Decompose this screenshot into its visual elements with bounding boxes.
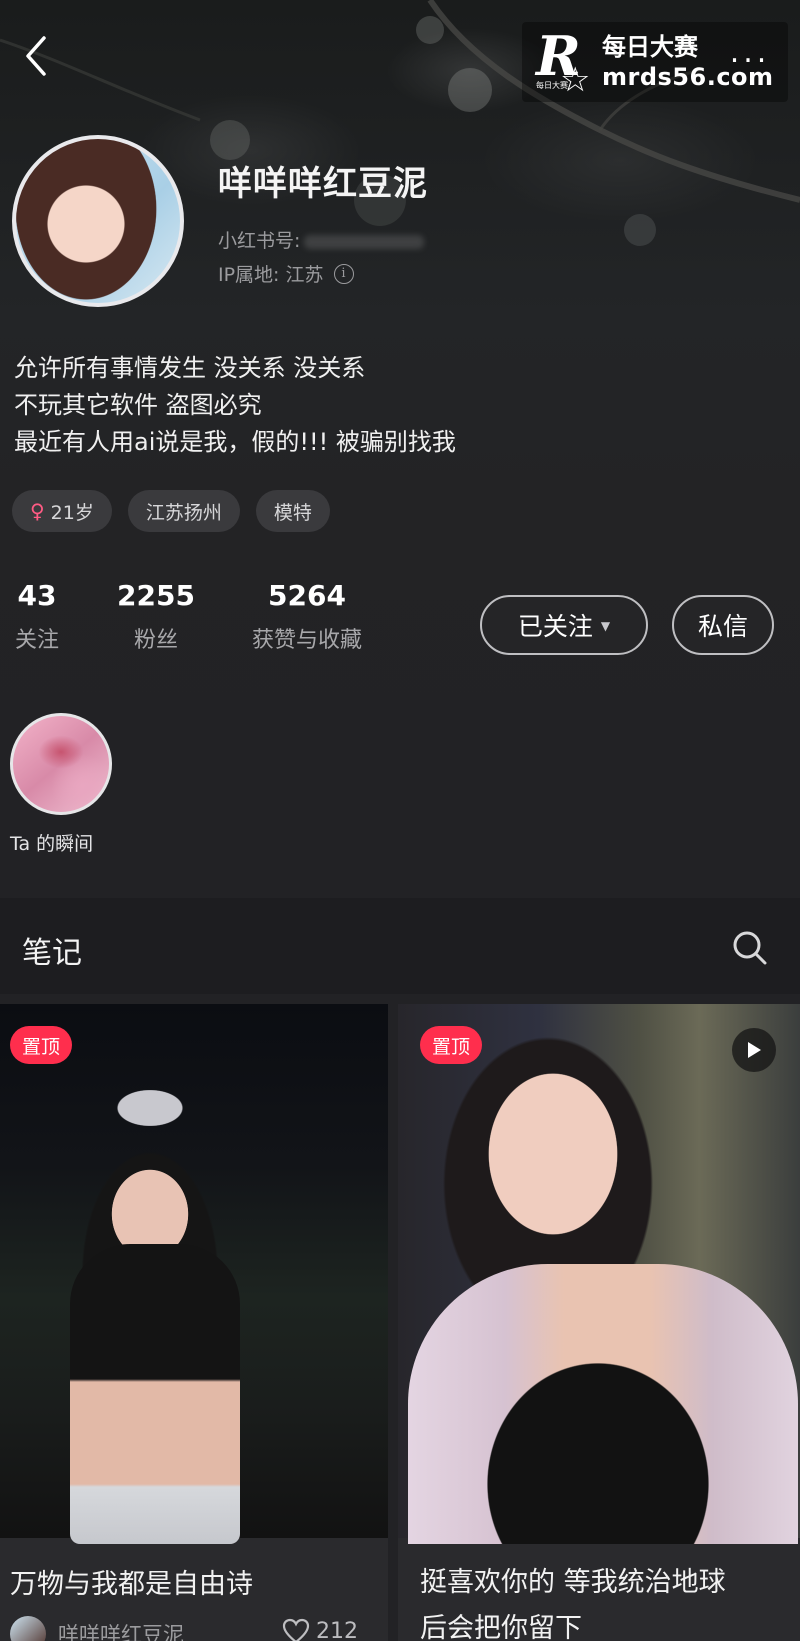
author-avatar — [10, 1616, 46, 1641]
notes-tab-bar — [0, 898, 800, 994]
back-button[interactable] — [14, 30, 58, 82]
red-id: 小红书号: — [218, 226, 425, 253]
profile-nickname: 咩咩咩红豆泥 — [218, 164, 428, 204]
bio-line: 最近有人用ai说是我，假的!!! 被骗别找我 — [14, 428, 456, 456]
like-button[interactable]: 212 — [282, 1618, 358, 1641]
bio-line: 允许所有事情发生 没关系 没关系 — [14, 354, 366, 382]
note-card[interactable]: 置顶 万物与我都是自由诗 咩咩咩红豆泥 212 — [0, 1004, 388, 1641]
tag-location: 江苏扬州 — [127, 490, 240, 532]
pinned-badge: 置顶 — [420, 1026, 483, 1064]
profile-stats: 43 关注 2255 粉丝 5264 获赞与收藏 — [12, 578, 372, 654]
play-icon — [748, 1042, 761, 1058]
following-button[interactable]: 已关注 ▼ — [480, 595, 648, 655]
note-cover-image[interactable] — [398, 1004, 800, 1544]
tab-notes[interactable]: 笔记 — [22, 928, 82, 972]
note-author[interactable]: 咩咩咩红豆泥 — [10, 1616, 184, 1641]
tag-occupation: 模特 — [255, 490, 330, 532]
search-button[interactable] — [730, 928, 770, 968]
tag-age: ♀ 21岁 — [12, 490, 112, 532]
profile-avatar[interactable] — [12, 135, 184, 307]
note-cover-image[interactable] — [0, 1004, 388, 1544]
chevron-left-icon — [26, 36, 46, 76]
note-title[interactable]: 挺喜欢你的 等我统治地球 后会把你留下 — [420, 1560, 726, 1641]
profile-tags: ♀ 21岁 江苏扬州 模特 — [12, 490, 330, 532]
like-count: 212 — [316, 1618, 358, 1641]
moments-entry[interactable]: Ta 的瞬间 — [10, 713, 114, 856]
bio-line: 不玩其它软件 盗图必究 — [14, 391, 262, 419]
stat-likes-collections[interactable]: 5264 获赞与收藏 — [242, 578, 372, 654]
profile-header: R ☆ 每日大赛 每日大赛 mrds56.com ... 咩咩咩红豆泥 小红书号… — [0, 0, 800, 900]
video-play-button[interactable] — [732, 1028, 776, 1072]
message-button[interactable]: 私信 — [672, 595, 774, 655]
note-card[interactable]: 置顶 挺喜欢你的 等我统治地球 后会把你留下 — [398, 1004, 800, 1641]
stat-following[interactable]: 43 关注 — [12, 578, 62, 654]
watermark-r-logo: R ☆ 每日大赛 — [536, 24, 591, 100]
female-icon: ♀ — [30, 499, 45, 523]
caret-down-icon: ▼ — [600, 619, 611, 633]
note-title[interactable]: 万物与我都是自由诗 — [10, 1562, 253, 1608]
red-id-value-blurred — [304, 234, 425, 249]
ip-location: IP属地: 江苏 i — [218, 260, 354, 287]
stat-followers[interactable]: 2255 粉丝 — [108, 578, 204, 654]
profile-bio: 允许所有事情发生 没关系 没关系 不玩其它软件 盗图必究 最近有人用ai说是我，… — [14, 350, 456, 461]
info-icon[interactable]: i — [333, 263, 354, 284]
pinned-badge: 置顶 — [10, 1026, 73, 1064]
more-options-button[interactable]: ... — [720, 38, 780, 68]
moment-thumbnail[interactable] — [10, 713, 112, 815]
heart-icon — [282, 1618, 310, 1641]
search-icon — [733, 931, 767, 965]
